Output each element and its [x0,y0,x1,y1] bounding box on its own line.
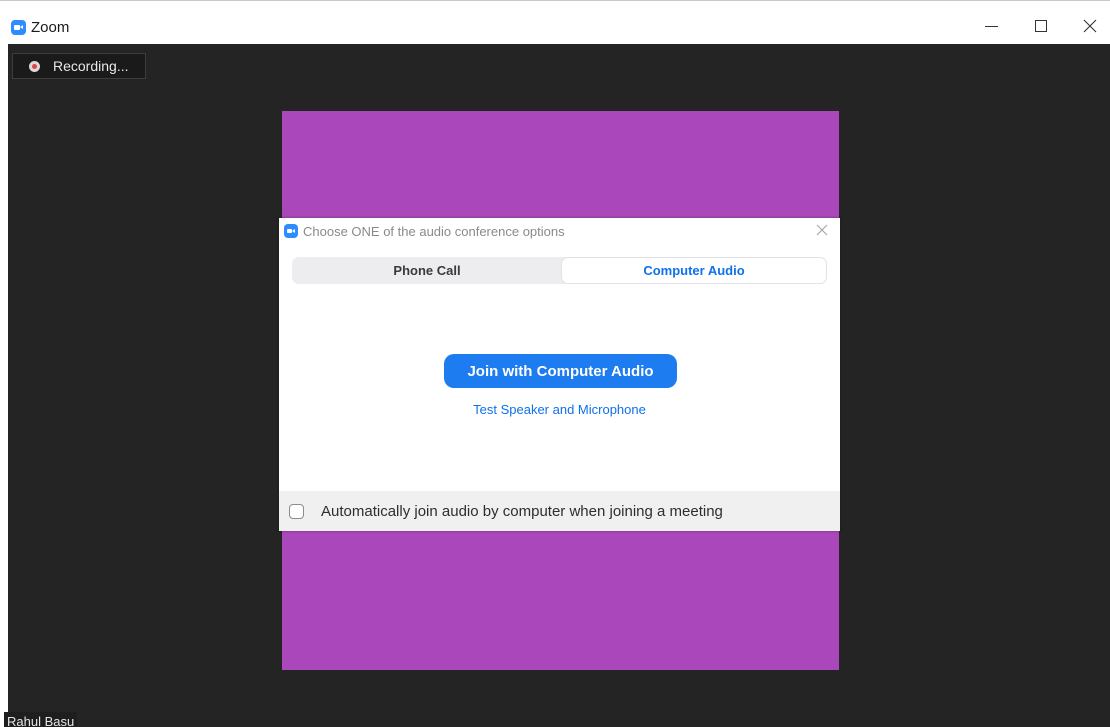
maximize-icon [1035,20,1047,32]
recording-indicator[interactable]: Recording... [12,53,146,79]
dialog-close-button[interactable] [816,224,828,236]
record-icon [29,60,40,72]
minimize-button[interactable] [976,13,1006,39]
close-icon [1083,19,1097,33]
tab-computer-audio[interactable]: Computer Audio [561,257,827,284]
recording-label: Recording... [53,58,129,74]
window-titlebar: Zoom [0,0,1110,44]
close-window-button[interactable] [1075,13,1105,39]
minimize-icon [984,25,998,27]
dialog-footer: Automatically join audio by computer whe… [279,491,840,531]
auto-join-label[interactable]: Automatically join audio by computer whe… [321,503,723,520]
test-speaker-microphone-link: Test Speaker and Microphone [279,402,840,417]
dialog-title: Choose ONE of the audio conference optio… [303,224,565,239]
audio-tabs: Phone Call Computer Audio [292,257,827,284]
window-title: Zoom [31,19,70,36]
audio-options-dialog: Choose ONE of the audio conference optio… [279,218,840,531]
test-speaker-microphone-label[interactable]: Test Speaker and Microphone [473,402,646,417]
zoom-app-icon [11,20,26,35]
join-computer-audio-button[interactable]: Join with Computer Audio [444,354,677,388]
zoom-app-icon [284,224,298,238]
maximize-button[interactable] [1026,13,1056,39]
participant-name-tag: Rahul Basu [4,712,78,727]
tab-phone-call[interactable]: Phone Call [292,257,562,284]
auto-join-checkbox[interactable] [289,503,304,519]
close-icon [816,224,828,236]
